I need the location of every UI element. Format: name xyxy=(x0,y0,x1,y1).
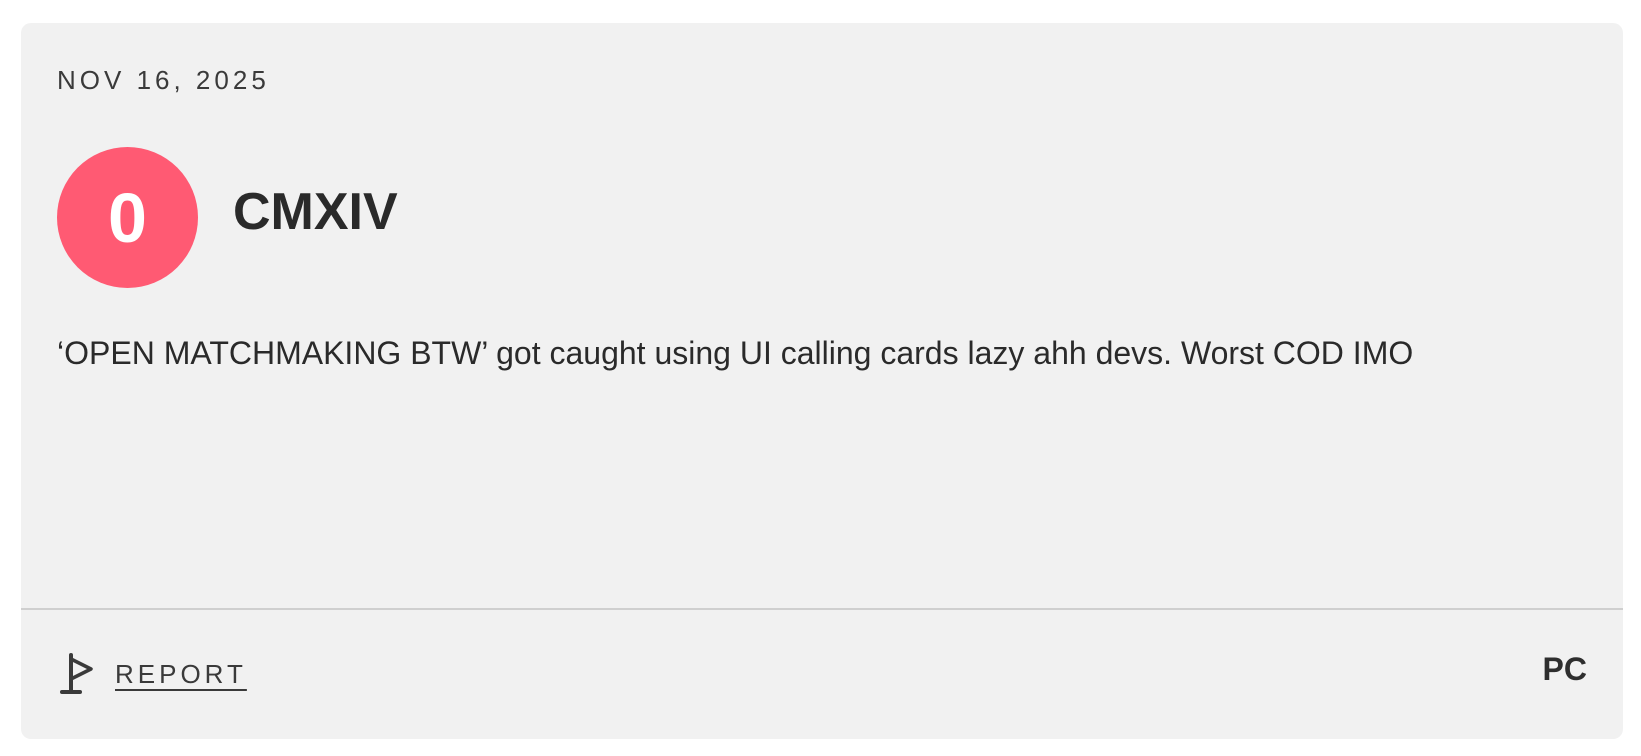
divider xyxy=(21,608,1623,610)
reviewer-username: CMXIV xyxy=(233,183,398,241)
report-label[interactable]: REPORT xyxy=(115,661,247,687)
review-card: NOV 16, 2025 0 CMXIV ‘OPEN MATCHMAKING B… xyxy=(21,23,1623,739)
platform-label: PC xyxy=(1542,651,1587,687)
flag-icon xyxy=(60,653,93,694)
report-button[interactable]: REPORT xyxy=(57,651,247,697)
review-date: NOV 16, 2025 xyxy=(57,65,270,95)
score-value: 0 xyxy=(108,178,147,257)
score-badge: 0 xyxy=(57,147,198,288)
review-body: ‘OPEN MATCHMAKING BTW’ got caught using … xyxy=(57,335,1414,371)
